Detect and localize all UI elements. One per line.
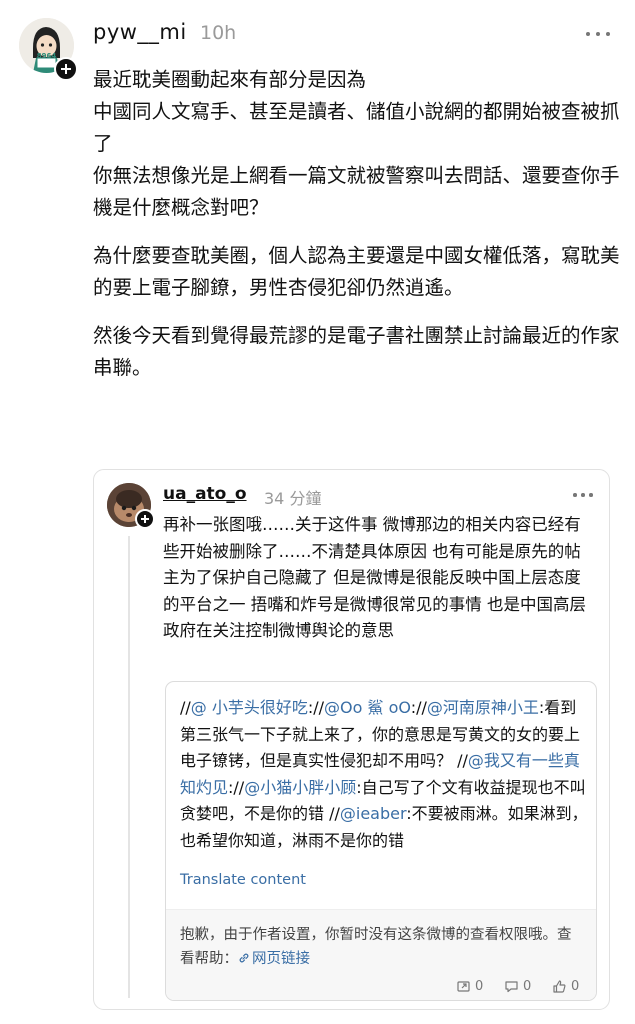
follow-plus-icon[interactable] — [54, 57, 78, 81]
repost-text-segment: :// — [410, 698, 427, 717]
comment-icon — [505, 980, 518, 992]
post-paragraph: 然後今天看到覺得最荒謬的是電子書社團禁止討論最近的作家串聯。 — [93, 324, 620, 379]
restricted-text: 抱歉，由于作者设置，你暂时没有这条微博的查看权限哦。查看帮助： 网页链接 — [180, 923, 585, 971]
quoted-body: 再补一张图哦……关于这件事 微博那边的相关内容已经有些开始被删除了……不清楚具体… — [163, 515, 586, 640]
link-icon — [239, 953, 249, 963]
web-link[interactable]: 网页链接 — [238, 951, 310, 967]
more-icon[interactable] — [584, 23, 612, 45]
comment-count[interactable]: 0 — [504, 977, 531, 995]
post-timestamp: 10h — [200, 22, 237, 44]
more-icon[interactable] — [572, 487, 594, 503]
quoted-timestamp: 34 分鐘 — [264, 489, 322, 508]
repost-text: //@ 小芋头很好吃://@Oo 鯊 oO://@河南原神小王:看到第三张气一下… — [180, 695, 590, 854]
thread-line — [128, 536, 130, 998]
quoted-post-card[interactable]: ua_ato_o 34 分鐘 再补一张图哦……关于这件事 微博那边的相关内容已经… — [93, 469, 610, 1010]
post-username[interactable]: pyw__mi — [93, 20, 187, 44]
avatar-badge-text: 8964 — [36, 52, 57, 60]
post-paragraph: 為什麼要查耽美圈，個人認為主要還是中國女權低落，寫耽美的要上電子腳鐐，男性杏侵犯… — [93, 244, 620, 299]
mention-link[interactable]: @Oo 鯊 oO — [324, 698, 411, 717]
mention-link[interactable]: @小猫小胖小顾 — [244, 778, 356, 797]
repost-count-value: 0 — [475, 978, 484, 994]
mention-link[interactable]: @ 小芋头很好吃 — [191, 698, 308, 717]
post-body: 最近耽美圈動起來有部分是因為 中國同人文寫手、甚至是讀者、儲值小說網的都開始被查… — [93, 64, 623, 400]
like-icon — [553, 979, 566, 993]
translate-content-link[interactable]: Translate content — [180, 872, 306, 888]
like-count[interactable]: 0 — [552, 977, 579, 995]
like-count-value: 0 — [571, 978, 580, 994]
quoted-username[interactable]: ua_ato_o — [163, 484, 247, 504]
repost-text-segment: // — [180, 698, 191, 717]
repost-icon — [457, 980, 470, 992]
web-link-label: 网页链接 — [252, 951, 310, 967]
repost-text-segment: :// — [307, 698, 325, 717]
mention-link[interactable]: @ieaber — [340, 804, 406, 823]
repost-count[interactable]: 0 — [456, 977, 483, 995]
comment-count-value: 0 — [523, 978, 532, 994]
repost-text-segment: :// — [228, 777, 245, 797]
follow-plus-icon[interactable] — [135, 509, 155, 529]
post-paragraph: 最近耽美圈動起來有部分是因為 中國同人文寫手、甚至是讀者、儲值小說網的都開始被查… — [93, 68, 620, 219]
repost-embed[interactable]: //@ 小芋头很好吃://@Oo 鯊 oO://@河南原神小王:看到第三张气一下… — [165, 681, 597, 1001]
restricted-notice: 抱歉，由于作者设置，你暂时没有这条微博的查看权限哦。查看帮助： 网页链接 0 0 … — [166, 909, 596, 1000]
mention-link[interactable]: @河南原神小王 — [427, 698, 539, 717]
